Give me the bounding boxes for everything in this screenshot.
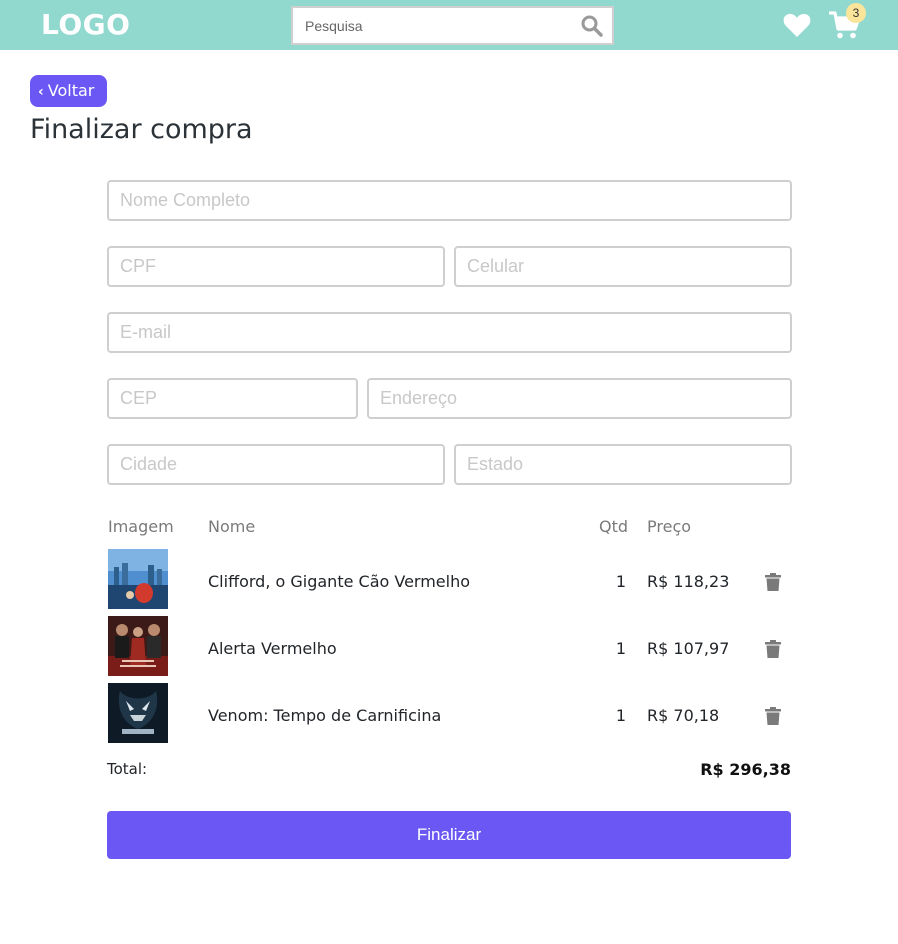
product-price: R$ 70,18 — [647, 706, 720, 725]
product-thumbnail-image — [108, 683, 168, 743]
search-input[interactable] — [293, 8, 573, 43]
trash-icon[interactable] — [765, 640, 781, 658]
cep-field[interactable] — [107, 378, 358, 419]
total-value: R$ 296,38 — [700, 760, 791, 779]
phone-field[interactable] — [454, 246, 792, 287]
chevron-left-icon: ‹ — [38, 84, 44, 100]
product-qty: 1 — [615, 572, 626, 591]
search-icon[interactable] — [580, 14, 604, 38]
product-name: Alerta Vermelho — [208, 639, 337, 658]
email-field[interactable] — [107, 312, 792, 353]
top-navbar: LOGO 3 — [0, 0, 898, 50]
state-field[interactable] — [454, 444, 792, 485]
finish-button[interactable]: Finalizar — [107, 811, 791, 859]
product-price: R$ 118,23 — [647, 572, 730, 591]
heart-icon[interactable] — [783, 12, 811, 38]
product-qty: 1 — [615, 706, 626, 725]
full-name-field[interactable] — [107, 180, 792, 221]
col-header-name: Nome — [208, 517, 256, 536]
back-button[interactable]: ‹ Voltar — [30, 75, 107, 107]
back-button-label: Voltar — [47, 81, 95, 100]
col-header-image: Imagem — [108, 517, 174, 536]
city-field[interactable] — [107, 444, 445, 485]
product-thumbnail-image — [108, 616, 168, 676]
product-name: Clifford, o Gigante Cão Vermelho — [208, 572, 471, 591]
col-header-price: Preço — [647, 517, 692, 536]
logo[interactable]: LOGO — [41, 8, 130, 41]
cpf-field[interactable] — [107, 246, 445, 287]
address-field[interactable] — [367, 378, 792, 419]
trash-icon[interactable] — [765, 573, 781, 591]
page-title: Finalizar compra — [30, 114, 253, 145]
total-label: Total: — [107, 760, 148, 778]
trash-icon[interactable] — [765, 707, 781, 725]
cart-count-badge: 3 — [846, 3, 866, 23]
product-qty: 1 — [615, 639, 626, 658]
product-name: Venom: Tempo de Carnificina — [208, 706, 442, 725]
col-header-qty: Qtd — [599, 517, 629, 536]
product-thumbnail-image — [108, 549, 168, 609]
product-price: R$ 107,97 — [647, 639, 730, 658]
search-box — [291, 6, 614, 45]
